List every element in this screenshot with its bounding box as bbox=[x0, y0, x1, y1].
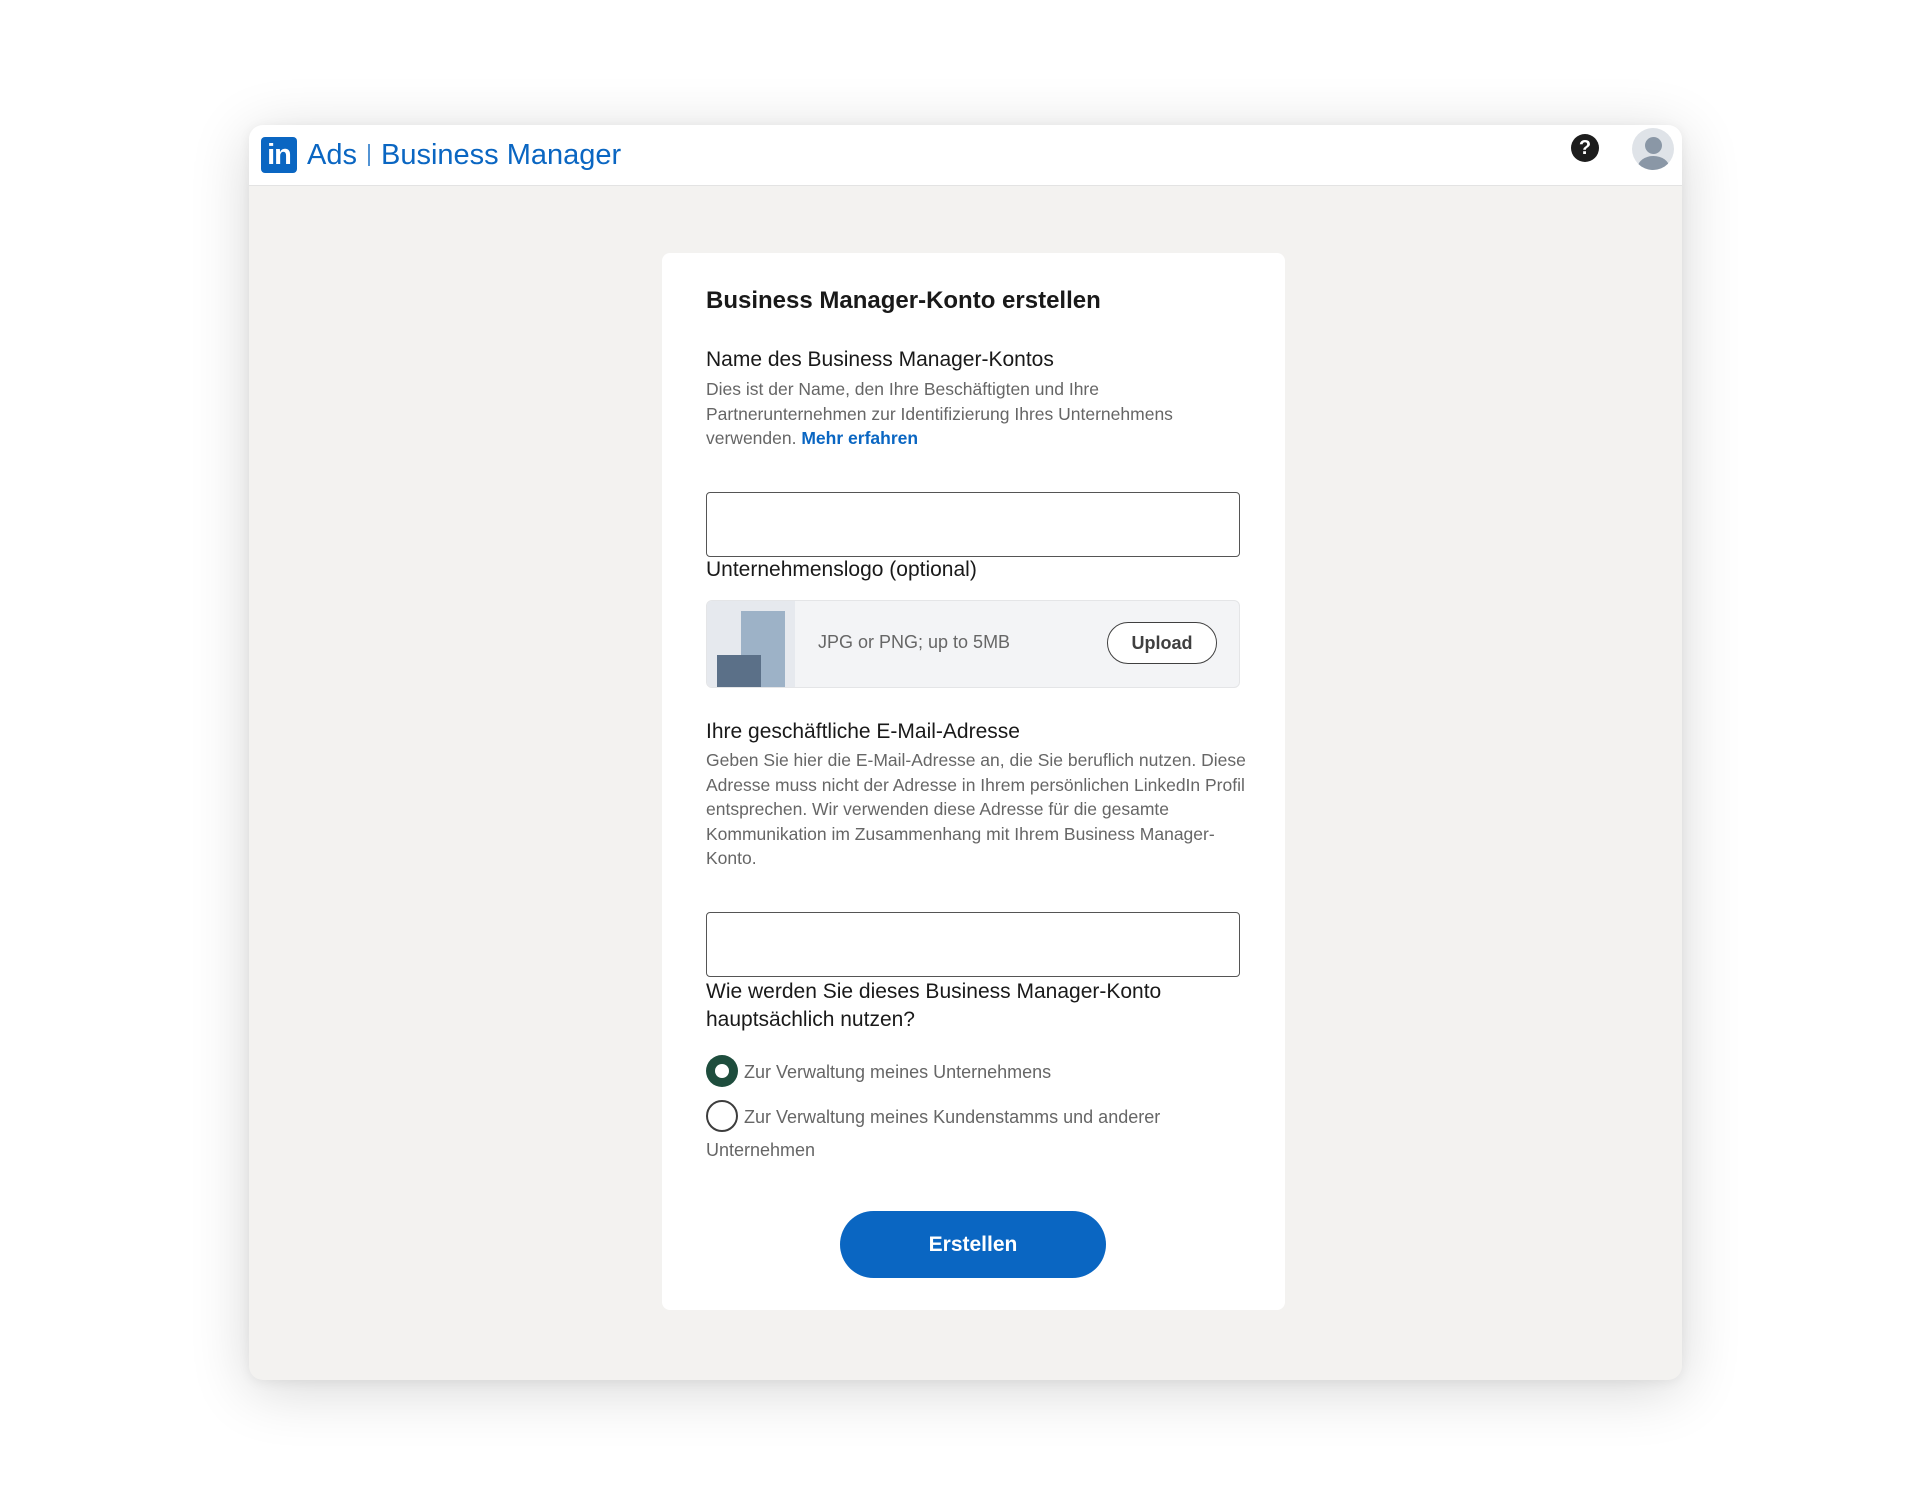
usage-option-clients[interactable]: Zur Verwaltung meines Kundenstamms und a… bbox=[706, 1100, 1246, 1166]
linkedin-logo-icon: in bbox=[261, 137, 297, 173]
create-account-card: Business Manager-Konto erstellen Name de… bbox=[662, 253, 1285, 1310]
logo-upload-area: JPG or PNG; up to 5MB Upload bbox=[706, 600, 1240, 688]
upload-hint: JPG or PNG; up to 5MB bbox=[818, 632, 1011, 652]
radio-unselected-icon[interactable] bbox=[706, 1100, 738, 1133]
brand-title: Business Manager bbox=[380, 138, 622, 171]
email-input[interactable] bbox=[706, 912, 1240, 977]
brand-divider bbox=[367, 144, 370, 166]
email-description: Geben Sie hier die E-Mail-Adresse an, di… bbox=[706, 750, 1246, 868]
create-button[interactable]: Erstellen bbox=[840, 1211, 1106, 1278]
avatar-head bbox=[1645, 137, 1662, 154]
image-placeholder-icon bbox=[707, 601, 795, 687]
account-name-description: Dies ist der Name, den Ihre Beschäftigte… bbox=[706, 377, 1246, 451]
brand[interactable]: in Ads Business Manager bbox=[261, 130, 621, 180]
page-title: Business Manager-Konto erstellen bbox=[706, 287, 1101, 314]
app-window: in Ads Business Manager ? Business Manag… bbox=[249, 125, 1682, 1380]
avatar-body bbox=[1638, 156, 1669, 170]
upload-button[interactable]: Upload bbox=[1107, 622, 1217, 664]
account-name-label: Name des Business Manager-Kontos bbox=[706, 348, 1054, 371]
placeholder-shape-short bbox=[717, 655, 761, 687]
logo-label: Unternehmenslogo (optional) bbox=[706, 558, 977, 581]
avatar[interactable] bbox=[1632, 128, 1674, 170]
usage-option-own-company[interactable]: Zur Verwaltung meines Unternehmens bbox=[706, 1055, 1246, 1089]
usage-option-label: Zur Verwaltung meines Unternehmens bbox=[744, 1062, 1052, 1082]
account-name-description-text: Dies ist der Name, den Ihre Beschäftigte… bbox=[706, 379, 1173, 448]
brand-product: Ads bbox=[307, 138, 357, 171]
account-name-input[interactable] bbox=[706, 492, 1240, 557]
usage-option-label: Zur Verwaltung meines Kundenstamms und a… bbox=[706, 1107, 1161, 1161]
usage-question: Wie werden Sie dieses Business Manager-K… bbox=[706, 980, 1162, 1031]
email-label: Ihre geschäftliche E-Mail-Adresse bbox=[706, 720, 1020, 743]
learn-more-link[interactable]: Mehr erfahren bbox=[801, 428, 918, 448]
top-bar: in Ads Business Manager ? bbox=[249, 125, 1682, 186]
radio-selected-icon[interactable] bbox=[706, 1055, 738, 1088]
help-icon[interactable]: ? bbox=[1571, 134, 1599, 162]
